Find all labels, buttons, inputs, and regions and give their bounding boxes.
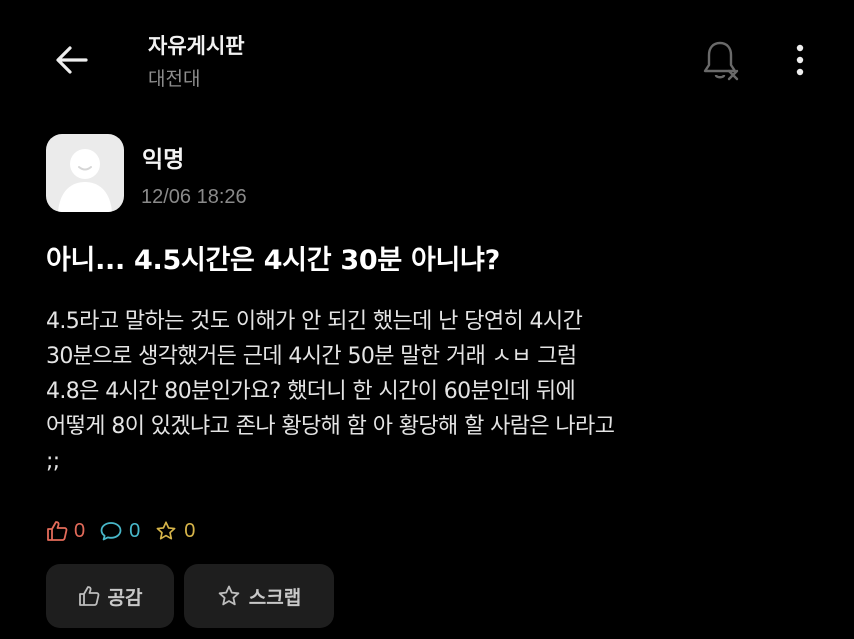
school-name: 대전대: [148, 68, 201, 90]
comment-count-value: 0: [129, 519, 141, 542]
scrap-count: 0: [154, 520, 195, 543]
star-icon: [218, 585, 240, 606]
board-title: 자유게시판: [148, 34, 245, 58]
back-button[interactable]: [48, 38, 96, 82]
like-count-value: 0: [74, 519, 86, 542]
back-arrow-icon: [56, 46, 88, 74]
scrap-count-value: 0: [184, 519, 196, 542]
post-timestamp: 12/06 18:26: [141, 186, 247, 208]
post-body: 4.5라고 말하는 것도 이해가 안 되긴 했는데 난 당연히 4시간 30분으…: [46, 304, 826, 479]
comment-count: 0: [99, 520, 140, 543]
thumbs-up-icon: [47, 521, 68, 541]
post-body-line: 30분으로 생각했거든 근데 4시간 50분 말한 거래 ㅅㅂ 그럼: [46, 344, 577, 369]
like-count: 0: [46, 520, 85, 543]
post-title: 아니... 4.5시간은 4시간 30분 아니냐?: [46, 245, 500, 276]
post-body-line: 어떻게 8이 있겠냐고 존나 황당해 함 아 황당해 할 사람은 나라고: [46, 414, 615, 439]
author-name: 익명: [142, 147, 185, 173]
more-options-button[interactable]: [784, 36, 816, 84]
avatar: [46, 134, 124, 212]
notification-toggle-button[interactable]: [696, 36, 744, 84]
post-actions: 공감 스크랩: [46, 564, 334, 628]
post-body-line: 4.8은 4시간 80분인가요? 했더니 한 시간이 60분인데 뒤에: [46, 379, 576, 404]
default-profile-icon: [58, 149, 112, 212]
post-body-line: 4.5라고 말하는 것도 이해가 안 되긴 했는데 난 당연히 4시간: [46, 309, 583, 334]
scrap-button[interactable]: 스크랩: [184, 564, 334, 628]
app-header: 자유게시판 대전대: [0, 0, 854, 110]
comment-bubble-icon: [100, 522, 122, 541]
bell-off-icon: [703, 41, 739, 81]
thumbs-up-icon: [78, 586, 99, 606]
empathy-button-label: 공감: [107, 586, 143, 609]
more-vertical-icon: [796, 44, 804, 76]
post-stats: 0 0 0: [46, 516, 195, 546]
empathy-button[interactable]: 공감: [46, 564, 174, 628]
post-body-line: ;;: [46, 449, 60, 474]
star-icon: [156, 521, 176, 540]
scrap-button-label: 스크랩: [248, 586, 302, 609]
